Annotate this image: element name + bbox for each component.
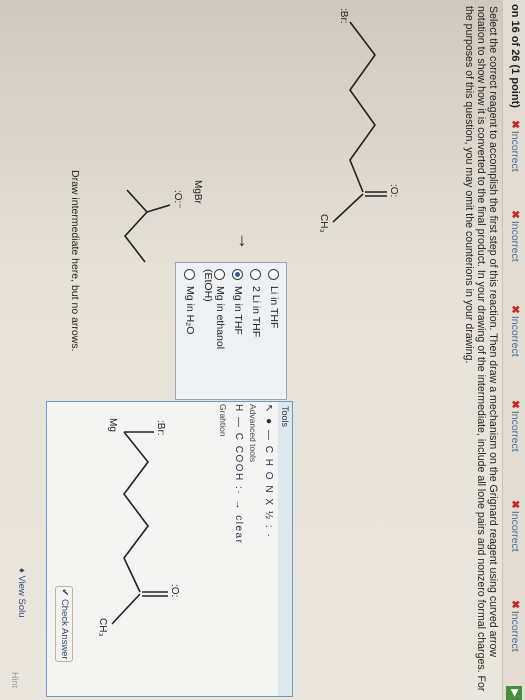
reagent-option-5[interactable]: Mg in H₂O: [184, 269, 196, 334]
hint-button[interactable]: Hint: [10, 672, 20, 688]
rotated-viewport: on 16 of 26 (1 point) ✖Incorrect ✖Incorr…: [0, 0, 525, 700]
intermediate-bonds: [123, 189, 149, 263]
intermediate-mg-label: MgBr: [192, 180, 203, 205]
radio-button-icon[interactable]: [250, 269, 262, 280]
reagent-option-1[interactable]: Li in THF: [268, 269, 280, 328]
radio-button-icon[interactable]: [184, 269, 196, 280]
radio-button-selected-icon[interactable]: [232, 269, 244, 280]
canvas-chain-bond: [123, 431, 150, 593]
start-halogen-label: :Br:: [338, 8, 349, 24]
draw-instruction: Draw intermediate here, but no arrows.: [69, 170, 81, 352]
canvas-molecule: :Br: Mg :O: CH₃: [97, 418, 180, 637]
intermediate-oxygen-label: :O:⁻: [172, 190, 183, 209]
tools-header: Tools: [278, 402, 292, 696]
reagent-option-2[interactable]: 2 Li in THF: [250, 269, 262, 337]
canvas-carbonyl-o-label: :O:: [169, 584, 180, 597]
reagent-option-4[interactable]: Mg in ethanol (EtOH): [202, 269, 226, 379]
lightbulb-icon: ♦: [16, 568, 27, 573]
radio-button-icon[interactable]: [268, 269, 280, 280]
drawing-canvas[interactable]: Tools ↖ ● — C H O N X ½ : · Advanced too…: [46, 401, 293, 697]
advanced-tools-label[interactable]: Advanced tools: [248, 404, 258, 462]
attempt-status-5[interactable]: ✖Incorrect: [509, 500, 521, 552]
tool-row-atoms[interactable]: ↖ ● — C H O N X ½ : ·: [263, 404, 274, 538]
canvas-methyl-bond: [111, 593, 141, 625]
eraser-tool-icon[interactable]: ●: [263, 418, 274, 426]
tool-row-advanced[interactable]: H — C COOH :· → clear: [233, 404, 244, 544]
check-icon: ✔: [59, 588, 70, 597]
attempt-status-6[interactable]: ✖Incorrect: [509, 600, 521, 652]
canvas-methyl-label: CH₃: [97, 618, 108, 637]
next-arrow-icon[interactable]: ▶: [506, 686, 522, 700]
intermediate-o-bond: [146, 204, 171, 213]
canvas-halogen-label: :Br:: [155, 420, 166, 436]
select-tool-icon[interactable]: ↖: [263, 404, 274, 414]
methyl-bond: [332, 193, 364, 223]
radio-button-icon[interactable]: [214, 269, 226, 280]
tool-caption: Grahtion: [218, 404, 228, 437]
start-carbonyl-o-label: :O:: [388, 184, 399, 197]
reaction-arrow-icon: →: [235, 232, 255, 250]
bond-tool-icon[interactable]: —: [263, 430, 274, 442]
canvas-mg-label: Mg: [107, 418, 118, 432]
start-chain-bond: [349, 21, 376, 193]
reagent-option-3[interactable]: Mg in THF: [232, 269, 244, 335]
view-solution-button[interactable]: ♦ View Solu: [16, 568, 27, 618]
start-methyl-label: CH₃: [318, 214, 329, 233]
check-answer-button[interactable]: ✔ Check Answer: [55, 586, 73, 662]
reagent-options: Li in THF 2 Li in THF Mg in THF Mg in et…: [175, 262, 287, 400]
attempt-status-4[interactable]: ✖Incorrect: [509, 400, 521, 452]
screen: on 16 of 26 (1 point) ✖Incorrect ✖Incorr…: [0, 0, 525, 700]
